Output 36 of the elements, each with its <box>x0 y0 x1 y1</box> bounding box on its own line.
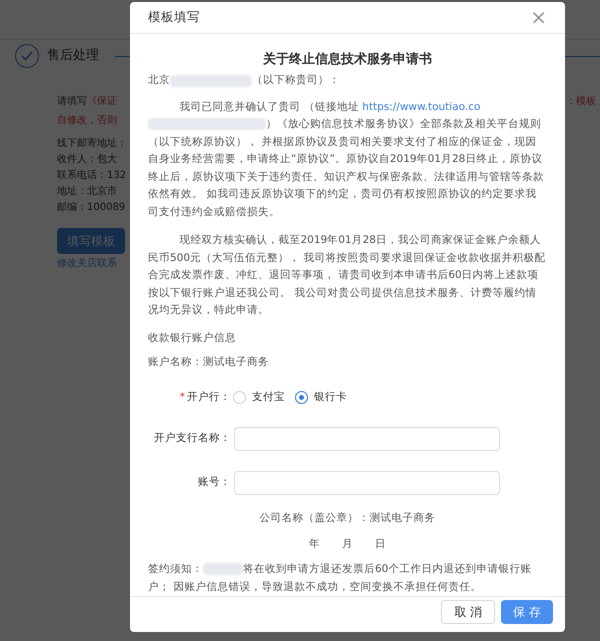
notice-text: ：模板 <box>566 94 596 109</box>
field-label: 开户行： <box>187 390 231 405</box>
save-button[interactable]: 保 存 <box>501 600 553 624</box>
agreement-paragraph: 我司已同意并确认了贵司 （链接地址 https://www.toutiao.co ）《放心购信息技术服务协议》全部条款及相关平台规则（以下统称原协议）， 并根据原协议及贵司相关要求支付了相应的保证金，现因自身业务经营需要，申请终止“原协议”。原协议自2019年01月28日终止，原协议终止后，原协议项下关于违约责任、知识产权与保密条款、法律适用与管辖等条款依然有效。 如我司违反原协议项下的约定，贵司仍有权按照原协议的约定要求我司支付违约金或赔偿损失。 <box>148 100 545 220</box>
address-line: 联系电话：132 <box>57 168 126 183</box>
date-label: 年 <box>309 536 320 552</box>
address-line: 收件人：包大 <box>57 152 117 167</box>
branch-name-field[interactable] <box>234 427 500 452</box>
address-line: 地址：北京市 <box>57 184 117 199</box>
signing-notice: 签约须知： 将在收到申请方退还发票后60个工作日内退还到申请银行账户； 因账户信息错误，导致退款不成功，空间变换不承担任何责任。 <box>148 562 532 595</box>
date-label: 月 <box>342 536 353 552</box>
salutation-text: 北京 <box>148 73 170 88</box>
step-label: 售后处理 <box>47 47 99 66</box>
address-line: 线下邮寄地址： <box>57 136 127 151</box>
radio-icon[interactable] <box>295 390 308 404</box>
field-label: 开户支行名称： <box>153 431 231 446</box>
account-number-field[interactable] <box>234 471 500 496</box>
redacted-text <box>203 563 243 576</box>
dialog-title: 模板填写 <box>148 8 200 26</box>
required-mark: * <box>180 390 185 405</box>
document-title: 关于终止信息技术服务申请书 <box>263 50 432 68</box>
account-name-text: 账户名称：测试电子商务 <box>148 355 269 370</box>
address-line: 邮编：100089 <box>57 200 126 215</box>
close-button[interactable]: × <box>530 7 547 28</box>
agreement-link[interactable]: https://www.toutiao.co <box>362 100 480 113</box>
date-label: 日 <box>375 536 386 552</box>
section-heading: 收款银行账户信息 <box>148 330 236 346</box>
field-label: 账号： <box>197 475 231 490</box>
cancel-button[interactable]: 取 消 <box>441 600 496 624</box>
confirmation-paragraph: 现经双方核实确认，截至2019年01月28日，我公司商家保证金账户余额人民币500元（大写伍佰元整）， 我司将按照贵司要求退回保证金收款收据并积极配合完成发票作废、冲红、退回等事项， 请贵司收到本申请书后60日内将上述款项按以下银行账户退还我公司。 我公司对贵公司提供信息技术服务、计费等履约情况均无异议，特此申请。 <box>148 233 546 318</box>
salutation-text: （以下称贵司）： <box>252 73 340 88</box>
notice-text: 自修改，否则 <box>57 114 117 128</box>
company-name-text: 公司名称（盖公章）：测试电子商务 <box>260 511 436 526</box>
notice-text: 请填写《保证 <box>57 94 117 109</box>
radio-option[interactable]: 银行卡 <box>295 388 347 406</box>
radio-option[interactable]: 支付宝 <box>233 388 285 406</box>
